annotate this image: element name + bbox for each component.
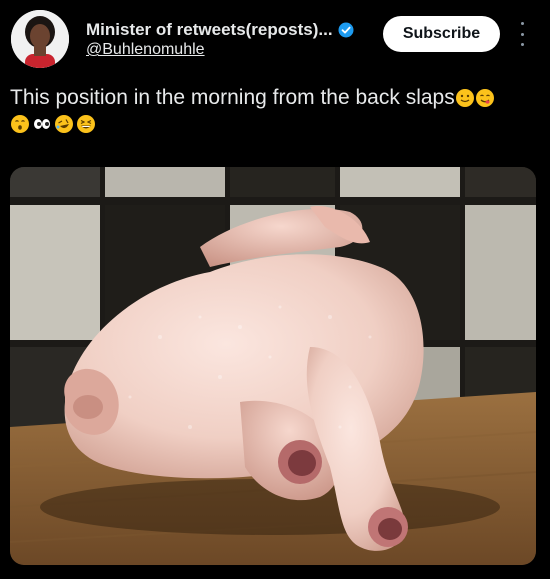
tweet-body: This position in the morning from the ba… <box>10 86 455 109</box>
verified-badge-icon <box>338 22 354 38</box>
tweet-header: Minister of retweets(reposts)... @Buhlen… <box>0 0 550 80</box>
rolling-laughing-icon <box>54 114 74 134</box>
eyes-icon <box>32 114 52 134</box>
hushed-face-icon <box>10 114 30 134</box>
avatar[interactable] <box>11 10 69 68</box>
tweet-media-image[interactable] <box>10 167 536 565</box>
display-name[interactable]: Minister of retweets(reposts)... <box>86 20 333 40</box>
subscribe-button[interactable]: Subscribe <box>383 16 500 52</box>
more-options-icon[interactable] <box>517 22 527 46</box>
smiling-face-icon <box>455 88 475 108</box>
grinning-squinting-icon <box>76 114 96 134</box>
face-savoring-food-icon <box>475 88 495 108</box>
tweet-text: This position in the morning from the ba… <box>10 84 540 134</box>
name-row: Minister of retweets(reposts)... <box>86 20 354 40</box>
user-handle[interactable]: @Buhlenomuhle <box>86 41 205 59</box>
raw-chicken-photo <box>10 167 536 565</box>
